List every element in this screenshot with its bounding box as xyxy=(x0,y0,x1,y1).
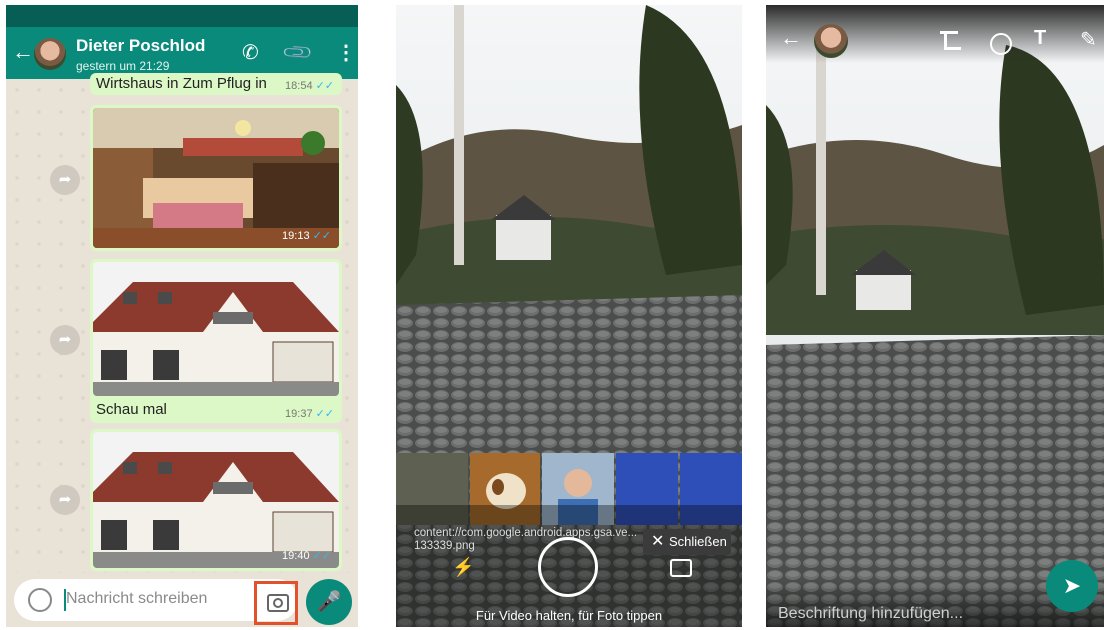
close-button[interactable]: ✕ Schließen xyxy=(643,529,731,555)
message-bubble[interactable]: 19:13 ✓✓ xyxy=(90,105,342,251)
status-bar xyxy=(6,5,358,27)
avatar xyxy=(814,24,848,58)
more-vert-icon[interactable]: ⋮ xyxy=(336,39,356,67)
arrow-left-icon[interactable]: ← xyxy=(780,25,802,51)
arrow-left-icon[interactable]: ← xyxy=(12,39,34,65)
shutter-button[interactable] xyxy=(538,537,598,597)
message-time: 19:13 ✓✓ xyxy=(282,230,331,242)
camera-button[interactable] xyxy=(254,581,298,625)
capture-hint: Für Video halten, für Foto tippen xyxy=(475,608,663,623)
message-bubble[interactable]: Schau mal 19:37 ✓✓ xyxy=(90,259,342,423)
editor-toolbar: ← T ✎ xyxy=(766,5,1104,63)
crop-icon[interactable] xyxy=(940,31,961,50)
message-time: 18:54 ✓✓ xyxy=(285,80,334,92)
message-bubble[interactable]: Wirtshaus in Zum Pflug in 18:54 ✓✓ xyxy=(90,73,342,95)
chat-header: ← Dieter Poschlod gestern um 21:29 ✆ 📎 ⋮ xyxy=(6,27,358,79)
mic-icon: 🎤 xyxy=(316,591,342,613)
photo-editor-screen: ← T ✎ Beschriftung hinzufügen... ➤ xyxy=(766,5,1104,627)
restaurant-photo xyxy=(93,108,339,248)
building-photo xyxy=(93,262,339,396)
close-label: Schließen xyxy=(669,534,727,549)
message-caption: Wirtshaus in Zum Pflug in xyxy=(96,75,267,92)
mic-button[interactable]: 🎤 xyxy=(306,579,352,625)
message-time: 19:40 ✓✓ xyxy=(282,550,331,562)
pencil-icon[interactable]: ✎ xyxy=(1080,27,1097,52)
avatar[interactable] xyxy=(34,38,66,70)
text-icon[interactable]: T xyxy=(1034,27,1046,50)
phone-icon[interactable]: ✆ xyxy=(242,39,259,67)
message-photo[interactable] xyxy=(93,262,339,396)
emoji-icon[interactable] xyxy=(28,588,52,612)
camera-icon xyxy=(267,594,289,612)
emoji-icon[interactable] xyxy=(990,33,1012,55)
close-icon: ✕ xyxy=(651,533,665,550)
last-seen: gestern um 21:29 xyxy=(76,59,170,73)
caption-input[interactable]: Beschriftung hinzufügen... xyxy=(778,605,963,623)
message-time: 19:37 ✓✓ xyxy=(285,408,334,420)
send-icon: ➤ xyxy=(1062,573,1082,598)
camera-screen: content://com.google.android.apps.gsa.ve… xyxy=(396,5,742,627)
flash-icon[interactable]: ⚡ xyxy=(452,557,474,578)
message-bubble[interactable]: 19:40 ✓✓ xyxy=(90,429,342,571)
contact-name[interactable]: Dieter Poschlod xyxy=(76,36,205,56)
forward-icon[interactable]: ➦ xyxy=(50,485,80,515)
forward-icon[interactable]: ➦ xyxy=(50,325,80,355)
send-button[interactable]: ➤ xyxy=(1046,560,1098,612)
message-photo[interactable]: 19:13 ✓✓ xyxy=(93,108,339,248)
chat-screen: ← Dieter Poschlod gestern um 21:29 ✆ 📎 ⋮… xyxy=(6,5,358,627)
switch-camera-icon[interactable] xyxy=(670,559,692,577)
paperclip-icon[interactable]: 📎 xyxy=(280,34,317,71)
chat-background: Wirtshaus in Zum Pflug in 18:54 ✓✓ ➦ 19:… xyxy=(6,73,358,573)
photo-preview xyxy=(766,5,1104,627)
message-caption: Schau mal xyxy=(96,401,167,418)
message-input[interactable]: Nachricht schreiben xyxy=(66,590,207,608)
building-photo xyxy=(93,432,339,568)
message-photo[interactable]: 19:40 ✓✓ xyxy=(93,432,339,568)
forward-icon[interactable]: ➦ xyxy=(50,165,80,195)
content-path: content://com.google.android.apps.gsa.ve… xyxy=(414,527,638,552)
